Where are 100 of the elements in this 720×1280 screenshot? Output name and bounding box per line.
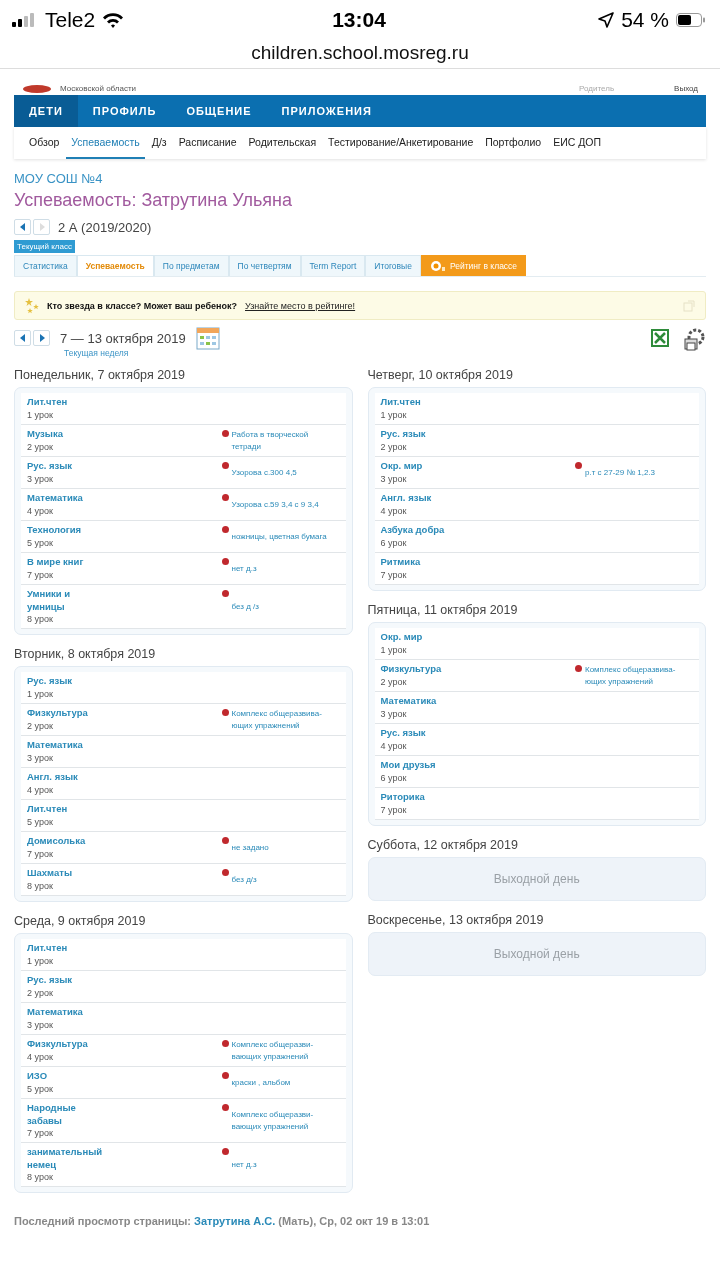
sub-nav-tab[interactable]: Родительская: [243, 127, 322, 159]
lesson-number: 1 урок: [380, 408, 408, 421]
subject-link[interactable]: Музыка: [27, 428, 109, 441]
homework-text[interactable]: без д/з: [231, 873, 257, 886]
subject-link[interactable]: Рус. язык: [27, 460, 109, 473]
right-triangle-icon: [37, 223, 46, 231]
lesson-number: 3 урок: [27, 1018, 54, 1031]
day-heading: Вторник, 8 октября 2019: [14, 647, 157, 661]
subject-link[interactable]: Рус. язык: [380, 727, 463, 740]
homework-text[interactable]: Комплекс общеразви-вающих упражнений: [231, 1039, 340, 1062]
main-nav-tab[interactable]: ПРОФИЛЬ: [77, 95, 172, 127]
homework-text[interactable]: Комплекс общеразвива-ющих упражнений: [585, 664, 693, 687]
tab[interactable]: Успеваемость: [76, 255, 154, 276]
subject-link[interactable]: Математика: [27, 739, 109, 752]
main-nav-tab[interactable]: ОБЩЕНИЕ: [171, 95, 267, 127]
homework-text[interactable]: Работа в творческой тетради: [231, 429, 340, 452]
day-heading: Среда, 9 октября 2019: [14, 914, 147, 928]
dot-icon: [575, 665, 582, 672]
subject-link[interactable]: Технология: [27, 524, 109, 537]
homework-text[interactable]: Узорова с.300 4,5: [231, 466, 297, 479]
sub-nav-tab[interactable]: Д/з: [146, 127, 172, 159]
printer-gear-icon[interactable]: [682, 328, 706, 352]
sub-nav-tab[interactable]: ЕИС ДОП: [548, 127, 606, 159]
subject-link[interactable]: Англ. язык: [27, 771, 109, 784]
tab[interactable]: По предметам: [153, 255, 229, 276]
homework-text[interactable]: ножницы, цветная бумага: [231, 530, 327, 543]
subject-link[interactable]: Народные забавы: [27, 1102, 109, 1127]
subject-link[interactable]: Рус. язык: [27, 675, 109, 688]
subject-link[interactable]: Лит.чтен: [27, 396, 109, 409]
current-week-link[interactable]: Текущая неделя: [14, 348, 220, 358]
lesson-number: 7 урок: [380, 803, 408, 816]
previous-button[interactable]: [14, 219, 31, 235]
sub-nav-tab[interactable]: Тестирование/Анкетирование: [323, 127, 479, 159]
lesson-number: 1 урок: [380, 643, 408, 656]
address-bar[interactable]: children.school.mosreg.ru: [0, 40, 720, 68]
subject-link[interactable]: ИЗО: [27, 1070, 109, 1083]
lesson-number: 8 урок: [27, 613, 54, 625]
dot-icon: [221, 590, 229, 597]
subject-link[interactable]: Риторика: [380, 791, 463, 804]
subject-link[interactable]: Умники и умницы: [27, 588, 109, 613]
lesson-number: 3 урок: [380, 707, 408, 720]
subject-link[interactable]: Домисолька: [27, 835, 109, 848]
lesson-number: 4 урок: [27, 783, 54, 796]
sub-nav-tab[interactable]: Обзор: [24, 127, 65, 159]
viewer-link[interactable]: Затрутина А.С.: [194, 1215, 276, 1227]
sub-nav-tab[interactable]: Расписание: [173, 127, 242, 159]
school-link[interactable]: МОУ СОШ №4: [14, 171, 706, 186]
tab[interactable]: Итоговые: [365, 255, 421, 276]
lesson-number: 5 урок: [27, 1082, 54, 1095]
homework-text[interactable]: нет д.з: [231, 1158, 257, 1171]
subject-link[interactable]: Математика: [380, 695, 463, 708]
battery-percent: 54 %: [621, 8, 669, 32]
rating-tab[interactable]: Рейтинг в классе: [420, 255, 527, 276]
lesson-number: 3 урок: [27, 472, 54, 485]
homework-text[interactable]: Комплекс общеразви-вающих упражнений: [231, 1109, 340, 1132]
next-week-button[interactable]: [33, 330, 50, 346]
homework-text[interactable]: без д /з: [231, 600, 259, 613]
subject-link[interactable]: Лит.чтен: [27, 942, 109, 955]
subject-link[interactable]: Окр. мир: [380, 460, 463, 473]
homework-text[interactable]: Комплекс общеразвива-ющих упражнений: [231, 708, 340, 731]
battery-icon: [676, 13, 706, 27]
lesson-number: 7 урок: [380, 568, 408, 581]
subject-link[interactable]: Англ. язык: [380, 492, 463, 505]
lesson-number: 2 урок: [380, 440, 408, 453]
main-nav-tab[interactable]: ПРИЛОЖЕНИЯ: [266, 95, 387, 127]
subject-link[interactable]: Окр. мир: [380, 631, 463, 644]
tab[interactable]: По четвертям: [228, 255, 301, 276]
subject-link[interactable]: Лит.чтен: [380, 396, 463, 409]
homework-text[interactable]: краски , альбом: [231, 1076, 291, 1089]
banner-text: Кто звезда в классе? Может ваш ребенок?: [47, 300, 237, 311]
subject-link[interactable]: занимательный немец: [27, 1146, 109, 1171]
tab[interactable]: Term Report: [300, 255, 366, 276]
subject-link[interactable]: Рус. язык: [380, 428, 463, 441]
subject-link[interactable]: Ритмика: [380, 556, 463, 569]
subject-link[interactable]: Математика: [27, 1006, 109, 1019]
main-nav-tab[interactable]: ДЕТИ: [14, 95, 78, 127]
subject-link[interactable]: Физкультура: [27, 1038, 109, 1051]
dot-icon: [221, 1072, 229, 1079]
subject-link[interactable]: Азбука добра: [380, 524, 463, 537]
logout-link[interactable]: Выход: [674, 84, 698, 93]
subject-link[interactable]: В мире книг: [27, 556, 109, 569]
subject-link[interactable]: Физкультура: [27, 707, 109, 720]
homework-text[interactable]: не задано: [231, 841, 269, 854]
subject-link[interactable]: Шахматы: [27, 867, 109, 880]
subject-link[interactable]: Рус. язык: [27, 974, 109, 987]
subject-link[interactable]: Мои друзья: [380, 759, 463, 772]
homework-text[interactable]: Узорова с.59 3,4 с 9 3,4: [231, 498, 319, 511]
subject-link[interactable]: Математика: [27, 492, 109, 505]
homework-text[interactable]: нет д.з: [231, 562, 257, 575]
rating-link[interactable]: Узнайте место в рейтинге!: [245, 300, 356, 311]
subject-link[interactable]: Лит.чтен: [27, 803, 109, 816]
location-arrow-icon: [598, 12, 615, 28]
homework-text[interactable]: р.т с 27-29 № 1,2.3: [585, 466, 656, 479]
spreadsheet-icon[interactable]: [650, 328, 670, 348]
previous-week-button[interactable]: [14, 330, 31, 346]
subject-link[interactable]: Физкультура: [380, 663, 463, 676]
tab[interactable]: Статистика: [14, 255, 77, 276]
sub-nav-tab[interactable]: Успеваемость: [66, 127, 145, 159]
lesson-number: 6 урок: [380, 771, 408, 784]
sub-nav-tab[interactable]: Портфолио: [480, 127, 547, 159]
